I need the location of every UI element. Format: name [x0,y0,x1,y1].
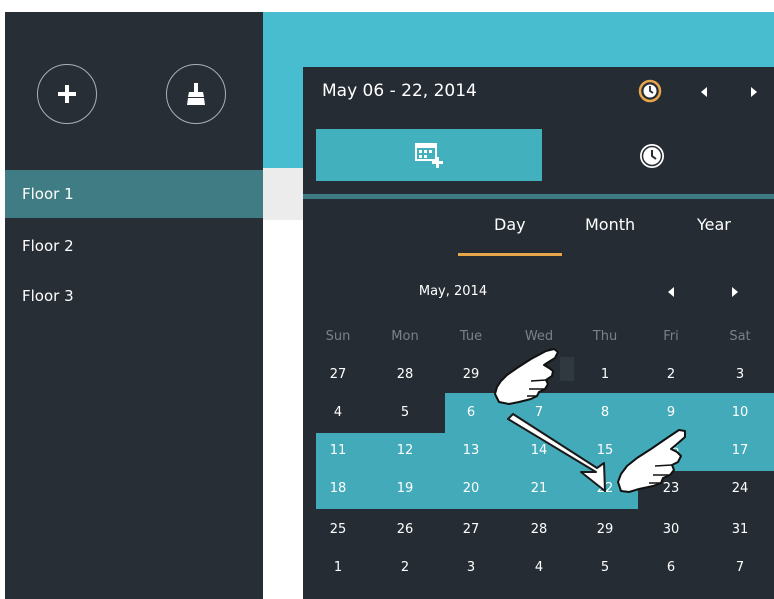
plus-icon [58,85,76,103]
content-area [263,220,303,599]
drag-arrow-icon [507,413,606,492]
floor-item-1[interactable]: Floor 1 [5,170,263,218]
floor-item-2[interactable]: Floor 2 [5,222,263,270]
schedule-panel: May 06 - 22, 2014 Day Month Year May, 20… [303,67,774,599]
toolbar-strip [263,168,303,220]
add-floor-button[interactable] [37,64,97,124]
broom-icon [187,83,205,105]
pointing-hand-icon [494,348,559,405]
pointing-hand-icon [617,429,686,493]
floor-item-3[interactable]: Floor 3 [5,272,263,320]
clear-button[interactable] [166,64,226,124]
sidebar: Floor 1 Floor 2 Floor 3 [5,12,263,599]
